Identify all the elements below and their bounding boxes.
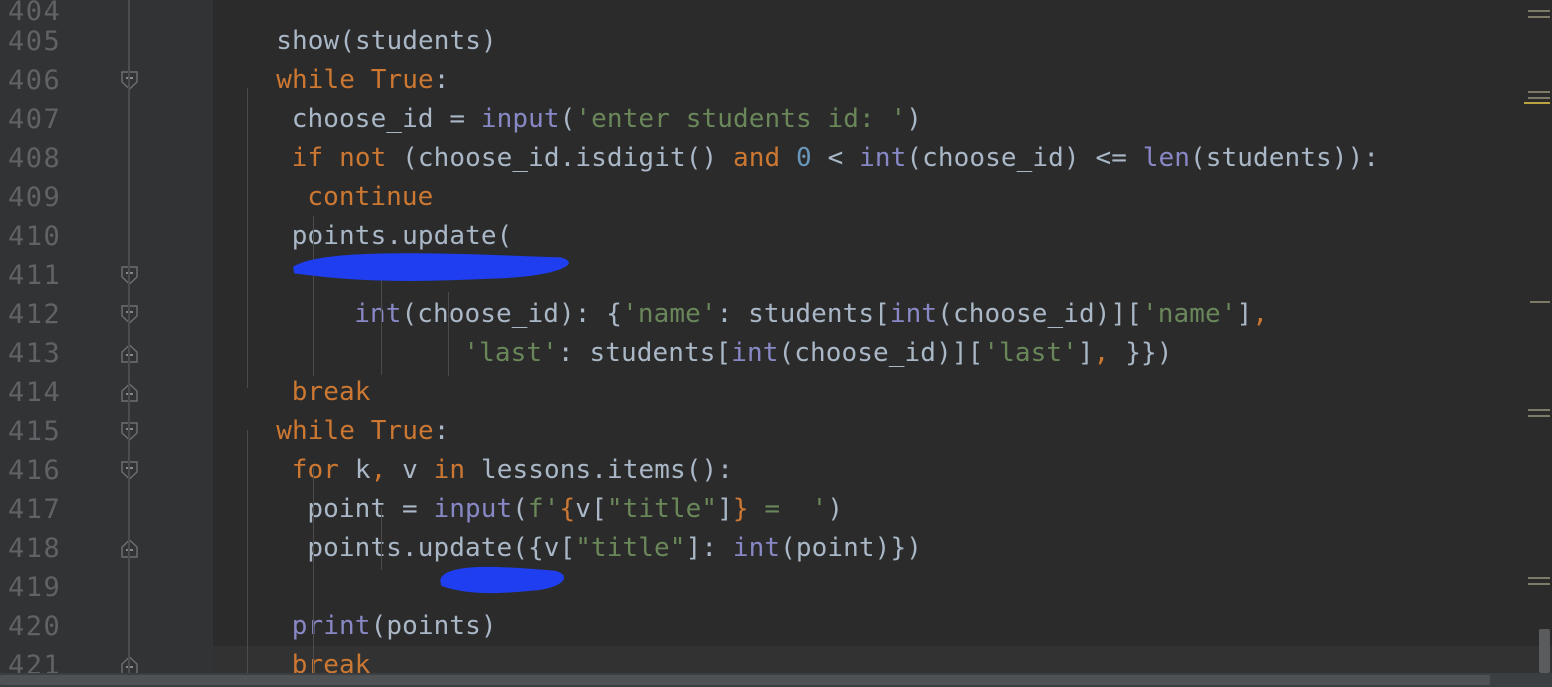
code-editor[interactable]: 404 405 406 407 408 409 410 411 412 413 414 415 416 4… — [0, 0, 1552, 687]
code-line[interactable]: while True: — [213, 61, 1552, 100]
horizontal-scrollbar[interactable] — [0, 673, 1552, 687]
line-number: 407 — [8, 104, 62, 135]
code-fold-gutter[interactable] — [113, 0, 213, 687]
code-line[interactable]: while True: — [213, 412, 1552, 451]
line-number: 418 — [8, 533, 62, 564]
line-number: 409 — [8, 182, 62, 213]
line-number: 412 — [8, 299, 62, 330]
stripe-marker[interactable] — [1528, 97, 1550, 99]
code-text-area[interactable]: show(students) while True: choose_id = inp… — [213, 0, 1552, 687]
code-line[interactable]: break — [213, 373, 1552, 412]
line-number-gutter: 404 405 406 407 408 409 410 411 412 413 414 415 416 4… — [0, 0, 113, 687]
code-line[interactable]: continue — [213, 178, 1552, 217]
code-line[interactable] — [213, 256, 1552, 295]
code-line[interactable]: points.update( — [213, 217, 1552, 256]
stripe-marker[interactable] — [1524, 102, 1550, 104]
code-line[interactable]: if not (choose_id.isdigit() and 0 < int(… — [213, 139, 1552, 178]
indent-guide — [381, 255, 382, 375]
code-line[interactable]: choose_id = input('enter students id: ') — [213, 100, 1552, 139]
line-number: 420 — [8, 611, 62, 642]
code-line[interactable] — [213, 568, 1552, 607]
stripe-marker[interactable] — [1528, 409, 1550, 411]
line-number: 414 — [8, 377, 62, 408]
code-line[interactable]: 'last': students[int(choose_id)]['last']… — [213, 334, 1552, 373]
line-number: 405 — [8, 26, 62, 57]
indent-guide — [247, 88, 248, 388]
indent-guide — [247, 430, 248, 685]
horizontal-scrollbar-thumb[interactable] — [0, 675, 1490, 685]
line-number: 416 — [8, 455, 62, 486]
line-number: 406 — [8, 65, 62, 96]
stripe-marker[interactable] — [1528, 16, 1550, 18]
vertical-scrollbar-thumb[interactable] — [1539, 629, 1550, 673]
fold-rail — [128, 0, 130, 687]
indent-guide — [448, 292, 449, 376]
stripe-marker[interactable] — [1528, 10, 1550, 12]
stripe-marker[interactable] — [1530, 301, 1550, 303]
indent-guide — [313, 468, 314, 685]
code-line[interactable]: print(points) — [213, 607, 1552, 646]
code-line[interactable]: point = input(f'{v["title"]} = ') — [213, 490, 1552, 529]
stripe-marker[interactable] — [1528, 415, 1550, 417]
line-number: 415 — [8, 416, 62, 447]
stripe-marker[interactable] — [1528, 583, 1550, 585]
line-number: 417 — [8, 494, 62, 525]
code-line[interactable]: show(students) — [213, 22, 1552, 61]
stripe-marker[interactable] — [1528, 91, 1550, 93]
indent-guide — [381, 508, 382, 570]
indent-guide — [313, 216, 314, 376]
line-number: 413 — [8, 338, 62, 369]
line-number: 408 — [8, 143, 62, 174]
line-number: 411 — [8, 260, 62, 291]
error-stripe-column[interactable] — [1524, 0, 1552, 640]
line-number: 410 — [8, 221, 62, 252]
line-number: 419 — [8, 572, 62, 603]
code-line[interactable]: int(choose_id): {'name': students[int(ch… — [213, 295, 1552, 334]
stripe-marker[interactable] — [1528, 577, 1550, 579]
code-line[interactable]: points.update({v["title"]: int(point)}) — [213, 529, 1552, 568]
code-line[interactable]: for k, v in lessons.items(): — [213, 451, 1552, 490]
